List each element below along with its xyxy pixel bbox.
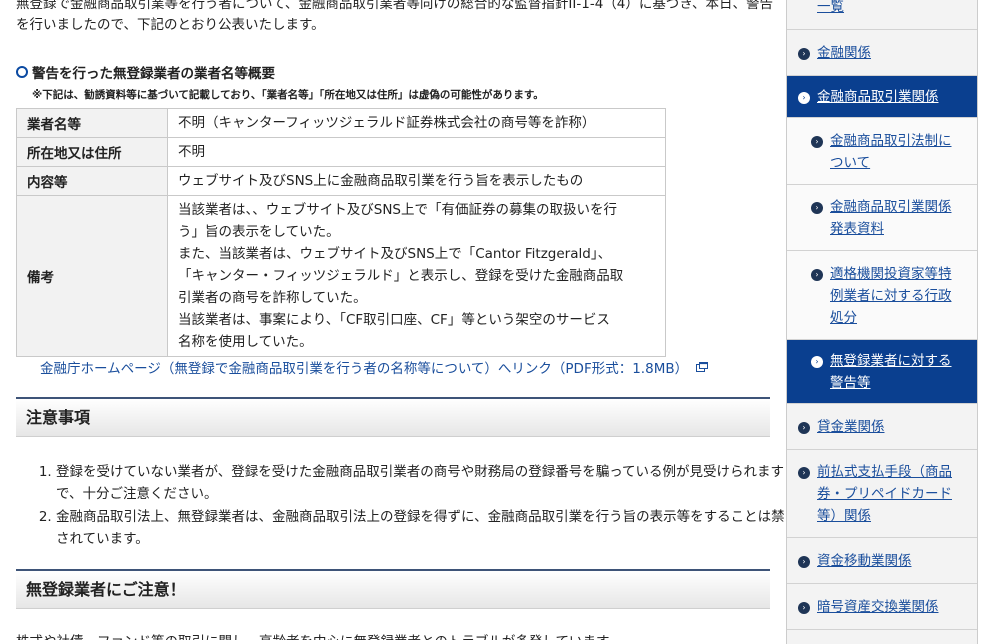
sidebar-item-label-line[interactable]: 前払式支払手段（商品: [817, 461, 952, 483]
chevron-right-icon: ›: [798, 48, 810, 60]
sidebar-item-label-line[interactable]: 金融関係: [817, 42, 871, 64]
row-value: 当該業者は、、ウェブサイト及びSNS上で「有価証券の募集の取扱いを行 う」旨の表示…: [167, 195, 666, 357]
warning-text: 株式や社債、ファンド等の取引に関し、高齢者を中心に無登録業者とのトラブルが多発し…: [16, 630, 622, 640]
row-value-line: う」旨の表示をしていた。: [178, 224, 340, 240]
chevron-right-icon: ›: [798, 602, 810, 614]
sidebar-item-label[interactable]: 貸金業関係: [817, 416, 885, 438]
sidebar-item[interactable]: › 適格機関投資家等特 例業者に対する行政 処分: [787, 251, 977, 340]
chevron-right-icon: ›: [798, 467, 810, 479]
caution-item: 金融商品取引法上、無登録業者は、金融商品取引法上の登録を得ずに、金融商品取引業を…: [56, 506, 785, 550]
sidebar-item-label[interactable]: 一覧: [817, 0, 844, 18]
sidebar-item[interactable]: › 金融商品取引業関係 発表資料: [787, 185, 977, 251]
sidebar-item-label[interactable]: 金融商品取引業関係: [817, 86, 939, 108]
sidebar-item-label-line[interactable]: 等）関係: [817, 505, 952, 527]
chevron-right-icon: ›: [811, 202, 823, 214]
sidebar-item-label[interactable]: 金融関係: [817, 42, 871, 64]
sidebar-item[interactable]: › 貸金業関係: [787, 404, 977, 450]
sidebar-nav: 一覧 › 金融関係 › 金融商品取引業関係 › 金融商品取引法制に ついて › 金融商品取引業関係…: [786, 0, 978, 644]
sidebar-item-label-line[interactable]: 金融商品取引法制に: [830, 130, 952, 152]
row-value-line: 当該業者は、、ウェブサイト及びSNS上で「有価証券の募集の取扱いを行: [178, 202, 617, 218]
sidebar-item-label-line[interactable]: 無登録業者に対する: [830, 350, 952, 372]
sidebar-item[interactable]: 一覧: [787, 0, 977, 30]
intro-text: 無登録で金融商品取引業等を行う者について、金融商品取引業者等向けの総合的な監督指…: [16, 0, 773, 33]
sidebar-item[interactable]: › 金融商品取引業関係: [787, 76, 977, 118]
row-value-line: 「キャンター・フィッツジェラルド」と表示し、登録を受けた金融商品取: [178, 268, 624, 284]
row-value-line: 不明（キャンターフィッツジェラルド証券株式会社の商号等を詐称）: [178, 115, 596, 131]
sidebar-item-label-line[interactable]: 例業者に対する行政: [830, 285, 952, 307]
main-content: 無登録で金融商品取引業等を行う者について、金融商品取引業者等向けの総合的な監督指…: [0, 0, 785, 640]
caution-list: 登録を受けていない業者が、登録を受けた金融商品取引業者の商号や財務局の登録番号を…: [16, 461, 785, 551]
external-link-text[interactable]: 金融庁ホームページ（無登録で金融商品取引業を行う者の名称等について）へリンク（P…: [40, 357, 688, 377]
chevron-right-icon: ›: [798, 92, 810, 104]
sidebar-item-label[interactable]: 金融商品取引法制に ついて: [830, 130, 952, 174]
row-value-line: 当該業者は、事案により、「CF取引口座、CF」等という架空のサービス: [178, 312, 610, 328]
sidebar-item-label-line[interactable]: 発表資料: [830, 218, 952, 240]
sidebar-item-label-line[interactable]: 暗号資産交換業関係: [817, 596, 939, 618]
sidebar-item[interactable]: › 暗号資産交換業関係: [787, 584, 977, 630]
table-row: 内容等 ウェブサイト及びSNS上に金融商品取引業を行う旨を表示したもの: [16, 166, 666, 196]
sidebar-item-label-line[interactable]: 券・プリペイドカード: [817, 483, 952, 505]
row-value-line: 名称を使用していた。: [178, 334, 313, 350]
caution-heading: 注意事項: [16, 397, 770, 437]
row-value: 不明: [167, 137, 666, 167]
row-label: 所在地又は住所: [16, 137, 168, 167]
external-window-icon: [696, 362, 709, 372]
chevron-right-icon: ›: [811, 356, 823, 368]
table-row: 業者名等 不明（キャンターフィッツジェラルド証券株式会社の商号等を詐称）: [16, 108, 666, 138]
sidebar-item[interactable]: › 無登録業者に対する 警告等: [787, 340, 977, 404]
row-value: 不明（キャンターフィッツジェラルド証券株式会社の商号等を詐称）: [167, 108, 666, 138]
chevron-right-icon: ›: [798, 556, 810, 568]
circle-bullet-icon: [16, 66, 28, 78]
sidebar-item-label[interactable]: 資金移動業関係: [817, 550, 912, 572]
row-value-line: ウェブサイト及びSNS上に金融商品取引業を行う旨を表示したもの: [178, 173, 584, 189]
table-row: 所在地又は住所 不明: [16, 137, 666, 167]
row-label: 備考: [16, 195, 168, 357]
vendor-info-table: 業者名等 不明（キャンターフィッツジェラルド証券株式会社の商号等を詐称） 所在地又は…: [16, 108, 666, 357]
section-title: 警告を行った無登録業者の業者名等概要: [32, 66, 275, 82]
sidebar-item-label-line[interactable]: 警告等: [830, 372, 952, 394]
sidebar-item-label-line[interactable]: 金融商品取引業関係: [817, 86, 939, 108]
sidebar-item-label-line[interactable]: 資金移動業関係: [817, 550, 912, 572]
sidebar-item[interactable]: › 金融商品取引法制に ついて: [787, 118, 977, 185]
row-value-line: また、当該業者は、ウェブサイト及びSNS上で「Cantor Fitzgerald…: [178, 246, 612, 262]
table-row: 備考 当該業者は、、ウェブサイト及びSNS上で「有価証券の募集の取扱いを行 う」旨の…: [16, 195, 666, 357]
caution-item: 登録を受けていない業者が、登録を受けた金融商品取引業者の商号や財務局の登録番号を…: [56, 461, 785, 505]
row-value: ウェブサイト及びSNS上に金融商品取引業を行う旨を表示したもの: [167, 166, 666, 196]
section-note: ※下記は、勧誘資料等に基づいて記載しており、「業者名等」「所在地又は住所」は虚偽…: [32, 89, 544, 101]
sidebar-item-label-line[interactable]: 貸金業関係: [817, 416, 885, 438]
warning-heading: 無登録業者にご注意！: [16, 569, 770, 609]
external-pdf-link[interactable]: 金融庁ホームページ（無登録で金融商品取引業を行う者の名称等について）へリンク（P…: [40, 357, 709, 377]
chevron-right-icon: ›: [811, 269, 823, 281]
row-label: 内容等: [16, 166, 168, 196]
row-value-line: 引業者の商号を詐称していた。: [178, 290, 367, 306]
sidebar-item-label[interactable]: 無登録業者に対する 警告等: [830, 350, 952, 394]
row-label: 業者名等: [16, 108, 168, 138]
sidebar-item-label-line[interactable]: 金融商品取引業関係: [830, 196, 952, 218]
sidebar-item[interactable]: › 金融関係: [787, 30, 977, 76]
sidebar-item-label[interactable]: 暗号資産交換業関係: [817, 596, 939, 618]
sidebar-item-label-line[interactable]: 適格機関投資家等特: [830, 263, 952, 285]
sidebar-item-label[interactable]: 金融商品取引業関係 発表資料: [830, 196, 952, 240]
chevron-right-icon: ›: [811, 136, 823, 148]
sidebar-item-label-line[interactable]: 処分: [830, 307, 952, 329]
row-value-line: 不明: [178, 144, 205, 160]
sidebar-item-label[interactable]: 前払式支払手段（商品 券・プリペイドカード 等）関係: [817, 461, 952, 527]
sidebar-item-label[interactable]: 適格機関投資家等特 例業者に対する行政 処分: [830, 263, 952, 329]
sidebar-item[interactable]: › 資金移動業関係: [787, 538, 977, 584]
section-heading: 警告を行った無登録業者の業者名等概要: [16, 62, 275, 82]
sidebar-item-label-line[interactable]: ついて: [830, 152, 952, 174]
sidebar-item[interactable]: › 前払式支払手段（商品 券・プリペイドカード 等）関係: [787, 450, 977, 538]
chevron-right-icon: ›: [798, 422, 810, 434]
sidebar-item-label-line[interactable]: 一覧: [817, 0, 844, 18]
